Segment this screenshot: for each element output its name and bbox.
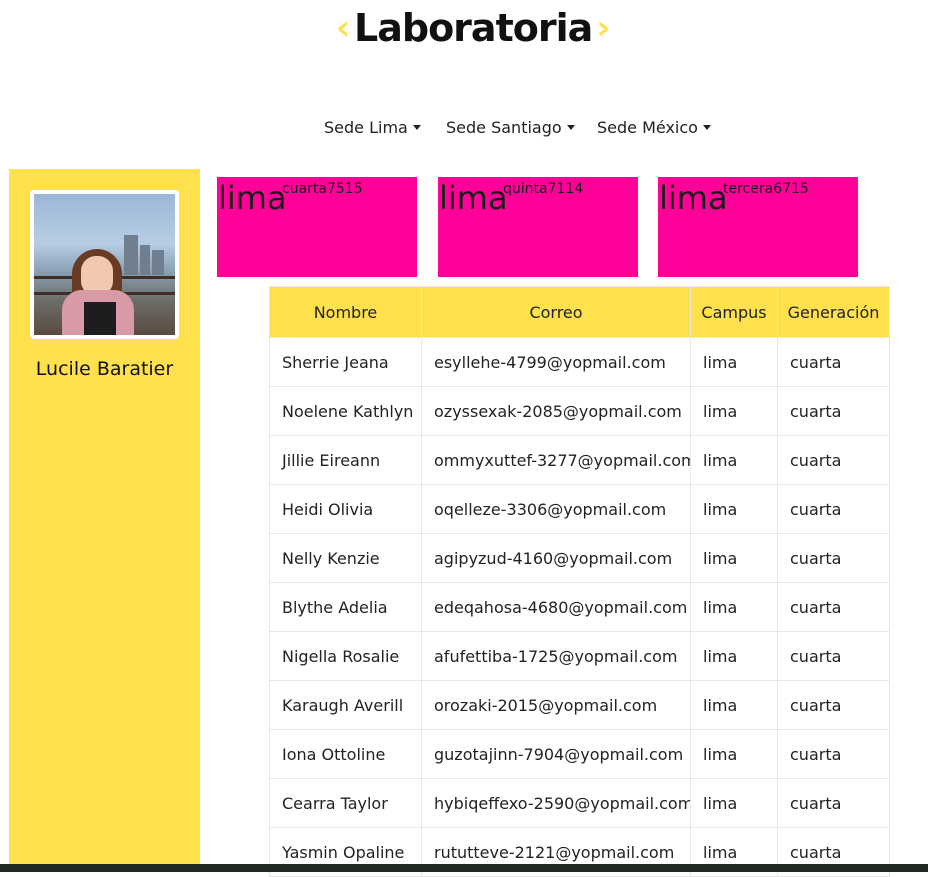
- cell-campus: lima: [690, 435, 778, 485]
- campus-nav: Sede Lima Sede Santiago Sede México: [0, 118, 928, 140]
- table-row[interactable]: Iona Ottoline guzotajinn-7904@yopmail.co…: [269, 729, 890, 779]
- table-row[interactable]: Nelly Kenzie agipyzud-4160@yopmail.com l…: [269, 533, 890, 583]
- cell-nombre: Iona Ottoline: [269, 729, 422, 779]
- cell-campus: lima: [690, 631, 778, 681]
- cell-nombre: Sherrie Jeana: [269, 337, 422, 387]
- nav-sede-santiago[interactable]: Sede Santiago: [446, 118, 575, 137]
- cell-campus: lima: [690, 386, 778, 436]
- generation-card[interactable]: lima tercera6715: [658, 177, 858, 277]
- table-row[interactable]: Karaugh Averill orozaki-2015@yopmail.com…: [269, 680, 890, 730]
- logo-right-chevron: ›: [596, 8, 611, 48]
- cell-correo: orozaki-2015@yopmail.com: [421, 680, 691, 730]
- table-row[interactable]: Heidi Olivia oqelleze-3306@yopmail.com l…: [269, 484, 890, 534]
- cell-correo: guzotajinn-7904@yopmail.com: [421, 729, 691, 779]
- header-campus[interactable]: Campus: [690, 286, 778, 338]
- table-header-row: Nombre Correo Campus Generación: [269, 286, 890, 338]
- cell-nombre: Nigella Rosalie: [269, 631, 422, 681]
- students-table: Nombre Correo Campus Generación Sherrie …: [269, 286, 890, 877]
- profile-photo: [34, 194, 175, 335]
- generation-card[interactable]: lima quinta7114: [438, 177, 638, 277]
- cell-generacion: cuarta: [777, 386, 890, 436]
- logo-text: Laboratoria: [354, 6, 593, 50]
- cell-correo: oqelleze-3306@yopmail.com: [421, 484, 691, 534]
- caret-down-icon: [566, 125, 575, 130]
- table-row[interactable]: Blythe Adelia edeqahosa-4680@yopmail.com…: [269, 582, 890, 632]
- cell-correo: hybiqeffexo-2590@yopmail.com: [421, 778, 691, 828]
- avatar: [30, 190, 179, 339]
- nav-sede-lima[interactable]: Sede Lima: [324, 118, 421, 137]
- bottom-edge: [0, 864, 928, 872]
- caret-down-icon: [412, 125, 421, 130]
- cell-correo: agipyzud-4160@yopmail.com: [421, 533, 691, 583]
- cell-generacion: cuarta: [777, 533, 890, 583]
- caret-down-icon: [702, 125, 711, 130]
- table-row[interactable]: Nigella Rosalie afufettiba-1725@yopmail.…: [269, 631, 890, 681]
- card-campus: lima: [439, 179, 508, 217]
- logo-left-chevron: ‹: [336, 8, 351, 48]
- cell-nombre: Jillie Eireann: [269, 435, 422, 485]
- cell-nombre: Cearra Taylor: [269, 778, 422, 828]
- header-generacion[interactable]: Generación: [777, 286, 890, 338]
- cell-campus: lima: [690, 778, 778, 828]
- cell-correo: ozyssexak-2085@yopmail.com: [421, 386, 691, 436]
- table-row[interactable]: Jillie Eireann ommyxuttef-3277@yopmail.c…: [269, 435, 890, 485]
- profile-sidebar: Lucile Baratier: [9, 169, 200, 872]
- cell-generacion: cuarta: [777, 337, 890, 387]
- cell-correo: ommyxuttef-3277@yopmail.com: [421, 435, 691, 485]
- cell-generacion: cuarta: [777, 484, 890, 534]
- cell-correo: edeqahosa-4680@yopmail.com: [421, 582, 691, 632]
- card-campus: lima: [218, 179, 287, 217]
- header-nombre[interactable]: Nombre: [269, 286, 422, 338]
- cell-generacion: cuarta: [777, 435, 890, 485]
- card-detail: tercera6715: [723, 181, 809, 197]
- card-detail: cuarta7515: [282, 181, 363, 197]
- cell-nombre: Blythe Adelia: [269, 582, 422, 632]
- profile-name: Lucile Baratier: [35, 358, 174, 380]
- nav-label: Sede México: [597, 118, 698, 137]
- cell-nombre: Heidi Olivia: [269, 484, 422, 534]
- table-row[interactable]: Noelene Kathlyn ozyssexak-2085@yopmail.c…: [269, 386, 890, 436]
- cell-nombre: Noelene Kathlyn: [269, 386, 422, 436]
- nav-label: Sede Lima: [324, 118, 408, 137]
- cell-campus: lima: [690, 680, 778, 730]
- cell-generacion: cuarta: [777, 680, 890, 730]
- cell-campus: lima: [690, 729, 778, 779]
- nav-sede-mexico[interactable]: Sede México: [597, 118, 711, 137]
- card-detail: quinta7114: [503, 181, 584, 197]
- cell-generacion: cuarta: [777, 631, 890, 681]
- cell-nombre: Karaugh Averill: [269, 680, 422, 730]
- cell-nombre: Nelly Kenzie: [269, 533, 422, 583]
- laboratoria-logo[interactable]: ‹ Laboratoria ›: [336, 6, 610, 50]
- cell-correo: esyllehe-4799@yopmail.com: [421, 337, 691, 387]
- cell-generacion: cuarta: [777, 582, 890, 632]
- cell-campus: lima: [690, 582, 778, 632]
- header-correo[interactable]: Correo: [421, 286, 691, 338]
- card-campus: lima: [659, 179, 728, 217]
- cell-generacion: cuarta: [777, 729, 890, 779]
- cell-generacion: cuarta: [777, 778, 890, 828]
- cell-correo: afufettiba-1725@yopmail.com: [421, 631, 691, 681]
- cell-campus: lima: [690, 484, 778, 534]
- cell-campus: lima: [690, 533, 778, 583]
- table-row[interactable]: Sherrie Jeana esyllehe-4799@yopmail.com …: [269, 337, 890, 387]
- nav-label: Sede Santiago: [446, 118, 562, 137]
- generation-card[interactable]: lima cuarta7515: [217, 177, 417, 277]
- table-row[interactable]: Cearra Taylor hybiqeffexo-2590@yopmail.c…: [269, 778, 890, 828]
- cell-campus: lima: [690, 337, 778, 387]
